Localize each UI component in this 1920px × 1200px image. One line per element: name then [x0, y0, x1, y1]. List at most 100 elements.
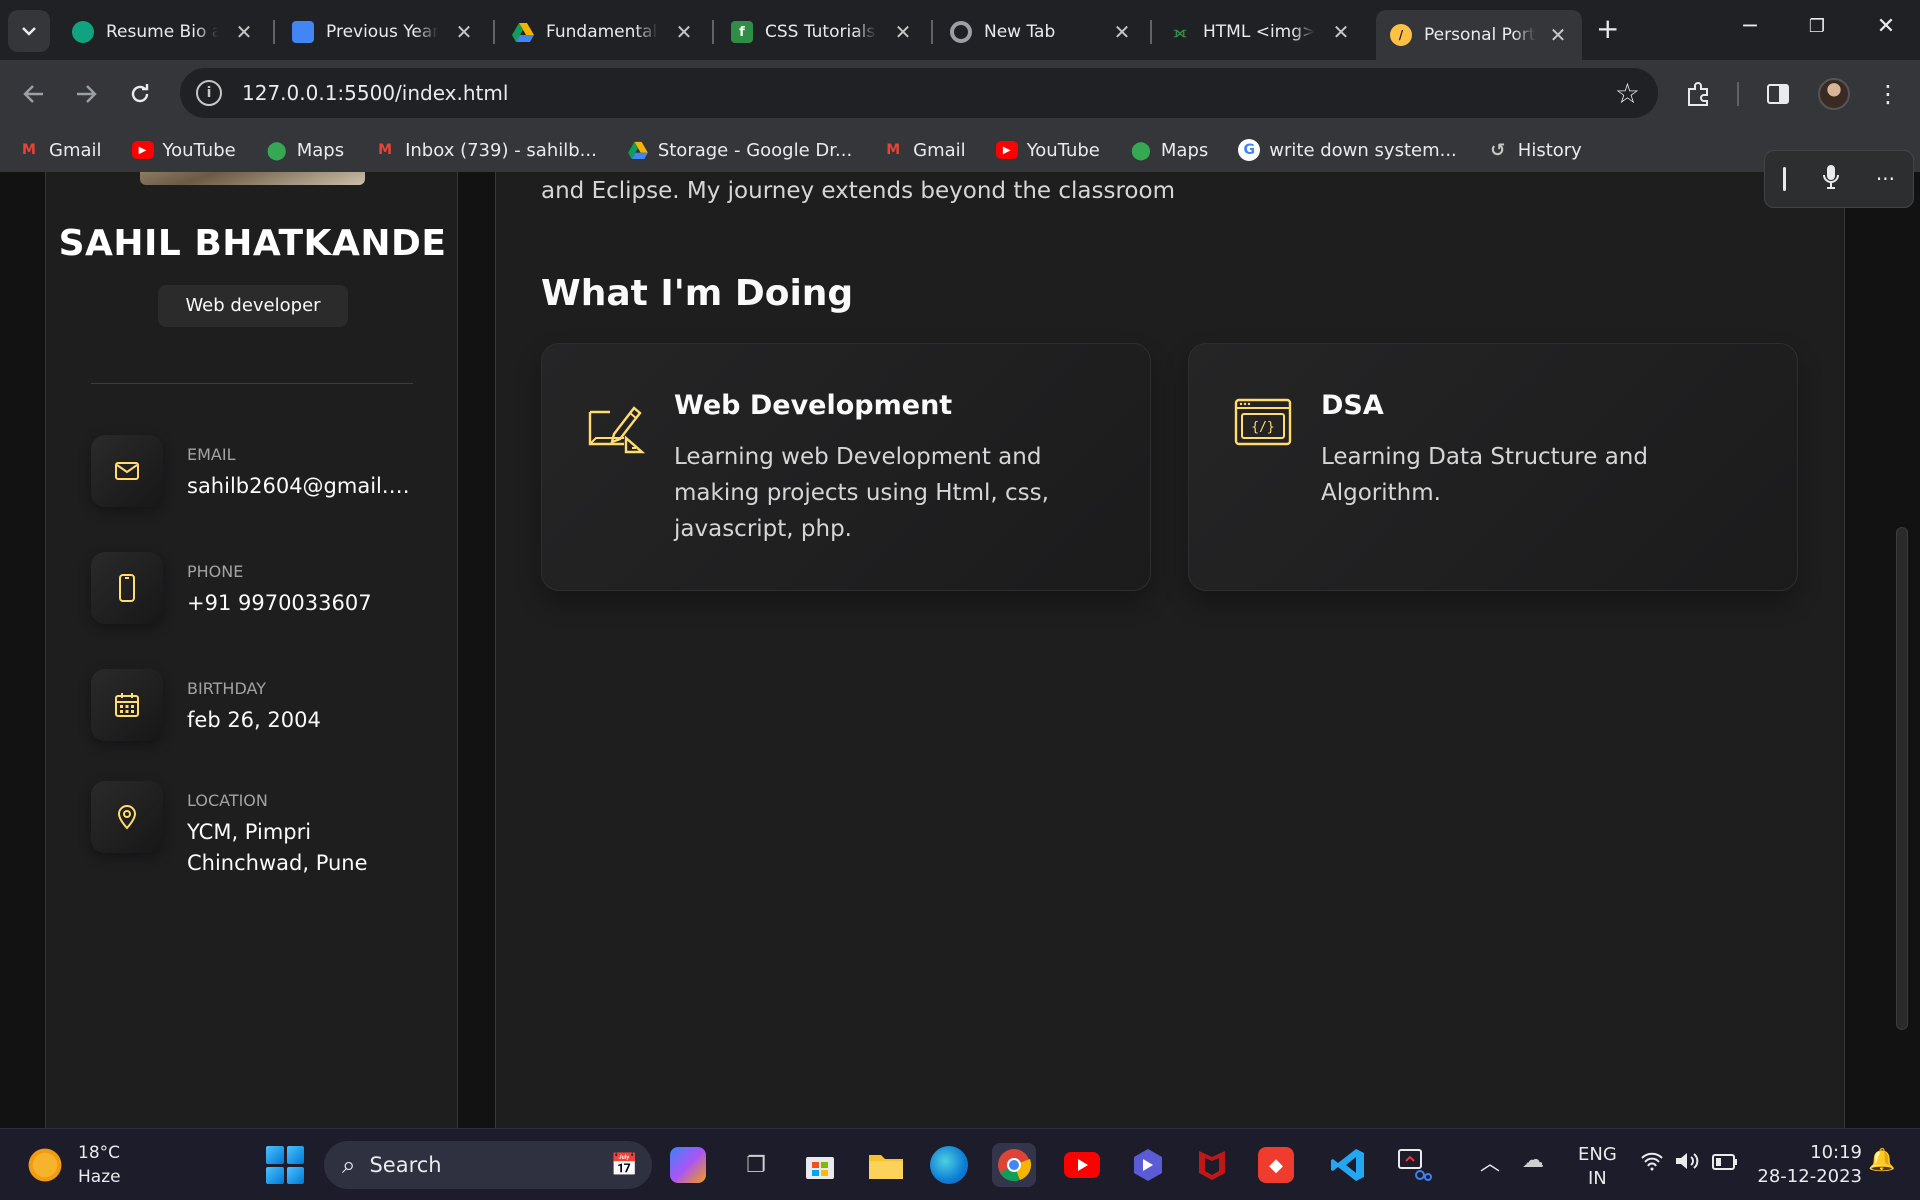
- mcafee-icon[interactable]: [1190, 1143, 1234, 1187]
- wifi-icon[interactable]: [1640, 1151, 1664, 1178]
- code-window-icon: {/}: [1234, 398, 1292, 446]
- main-content: Proficient in languages such as Python, …: [495, 172, 1845, 1128]
- profile-name: SAHIL BHATKANDE: [58, 223, 447, 264]
- onedrive-cloud-icon[interactable]: ☁: [1522, 1149, 1544, 1173]
- bing-chat-icon[interactable]: [1126, 1143, 1170, 1187]
- edge-icon[interactable]: [930, 1146, 968, 1184]
- close-tab-icon[interactable]: ✕: [893, 20, 913, 44]
- new-tab-button[interactable]: +: [1596, 12, 1619, 45]
- bookmark-gmail[interactable]: M Gmail: [18, 139, 102, 161]
- browser-tab[interactable]: Previous Year ✕: [278, 10, 488, 54]
- close-tab-icon[interactable]: ✕: [674, 20, 694, 44]
- language-indicator[interactable]: ENG IN: [1578, 1143, 1617, 1191]
- back-button[interactable]: [14, 74, 54, 114]
- chatgpt-icon: [72, 21, 94, 43]
- minimize-button[interactable]: ─: [1730, 14, 1770, 39]
- taskbar-search[interactable]: ⌕ Search 📅: [324, 1141, 652, 1189]
- close-tab-icon[interactable]: ✕: [1548, 23, 1568, 47]
- more-options-icon[interactable]: ···: [1876, 167, 1895, 191]
- bookmark-label: write down system...: [1269, 139, 1457, 161]
- bookmark-history[interactable]: ↺ History: [1487, 140, 1582, 161]
- birthday-value: feb 26, 2004: [187, 708, 321, 732]
- phone-link[interactable]: +91 9970033607: [187, 588, 421, 619]
- browser-tab[interactable]: Fundamentals ✕: [498, 10, 708, 54]
- temperature: 18°C: [78, 1143, 121, 1163]
- close-tab-icon[interactable]: ✕: [454, 20, 474, 44]
- tab-title: Fundamentals: [546, 22, 658, 42]
- volume-icon[interactable]: [1674, 1151, 1700, 1178]
- notification-bell-icon[interactable]: 🔔: [1868, 1149, 1895, 1173]
- task-view-icon[interactable]: ❐: [734, 1143, 778, 1187]
- bookmark-youtube-2[interactable]: ▶ YouTube: [995, 140, 1100, 161]
- bookmark-label: Gmail: [49, 139, 102, 161]
- browser-tab[interactable]: ⟗ HTML <img> ✕: [1155, 10, 1365, 54]
- browser-tab[interactable]: Resume Bio ar ✕: [58, 10, 268, 54]
- restore-button[interactable]: ❐: [1797, 16, 1837, 37]
- snipping-tool-icon[interactable]: [1392, 1143, 1436, 1187]
- bookmark-gmail-2[interactable]: M Gmail: [882, 140, 965, 161]
- anydesk-icon[interactable]: ◆: [1258, 1147, 1294, 1183]
- bookmark-maps[interactable]: ⬤ Maps: [266, 140, 344, 161]
- menu-kebab-icon[interactable]: ⋮: [1872, 78, 1904, 110]
- google-drive-icon: [512, 21, 534, 43]
- contact-label: BIRTHDAY: [187, 679, 266, 698]
- service-title: DSA: [1321, 390, 1384, 421]
- clock[interactable]: 10:19 28-12-2023: [1756, 1141, 1862, 1189]
- microphone-icon[interactable]: [1822, 164, 1840, 195]
- tab-title: New Tab: [984, 22, 1056, 42]
- microsoft-store-icon[interactable]: [798, 1143, 842, 1187]
- windows-start-icon[interactable]: [266, 1146, 304, 1184]
- profile-avatar[interactable]: [1818, 78, 1850, 110]
- geeks-icon: f: [731, 21, 753, 43]
- address-bar[interactable]: i 127.0.0.1:5500/index.html ☆: [180, 68, 1658, 118]
- bookmark-star-icon[interactable]: ☆: [1615, 77, 1640, 110]
- browser-tab[interactable]: f CSS Tutorials ✕: [717, 10, 927, 54]
- close-window-button[interactable]: ✕: [1866, 14, 1906, 39]
- bookmark-storage[interactable]: Storage - Google Dr...: [627, 140, 852, 161]
- file-explorer-icon[interactable]: [864, 1143, 908, 1187]
- tab-search-button[interactable]: [8, 10, 50, 52]
- extensions-icon[interactable]: [1682, 78, 1714, 110]
- browser-tab[interactable]: New Tab ✕: [936, 10, 1146, 54]
- close-tab-icon[interactable]: ✕: [1331, 20, 1351, 44]
- reload-button[interactable]: [120, 74, 160, 114]
- tab-separator: [1150, 20, 1152, 44]
- clock-time: 10:19: [1810, 1142, 1862, 1163]
- tab-title: HTML <img>: [1203, 22, 1315, 42]
- side-panel-icon[interactable]: [1762, 78, 1794, 110]
- youtube-taskbar-icon[interactable]: [1060, 1143, 1104, 1187]
- contact-label: EMAIL: [187, 445, 236, 464]
- forward-button[interactable]: [66, 74, 106, 114]
- contact-birthday: BIRTHDAY feb 26, 2004: [91, 669, 421, 749]
- chrome-taskbar-icon[interactable]: [992, 1143, 1036, 1187]
- service-description: Learning Data Structure and Algorithm.: [1321, 444, 1648, 506]
- region-code: IN: [1588, 1168, 1607, 1189]
- reload-icon: [131, 84, 149, 103]
- close-tab-icon[interactable]: ✕: [234, 20, 254, 44]
- weather-widget[interactable]: 18°C Haze: [26, 1141, 121, 1189]
- sidebar-separator: [91, 383, 413, 384]
- site-info-icon[interactable]: i: [196, 80, 222, 106]
- bookmark-google-search[interactable]: Gwrite down system...: [1238, 139, 1457, 161]
- bookmark-label: Inbox (739) - sahilb...: [405, 139, 597, 161]
- arrow-right-icon: [77, 85, 97, 103]
- email-link[interactable]: sahilb2604@gmail.com: [187, 471, 421, 502]
- voice-toolbar: ···: [1764, 150, 1914, 208]
- tab-separator: [931, 20, 933, 44]
- vscode-icon[interactable]: [1326, 1143, 1370, 1187]
- bookmark-inbox[interactable]: M Inbox (739) - sahilb...: [374, 140, 597, 161]
- bookmark-maps-2[interactable]: ⬤ Maps: [1130, 140, 1208, 161]
- youtube-icon: ▶: [995, 141, 1018, 159]
- show-hidden-icons-chevron-icon[interactable]: ︿: [1480, 1151, 1500, 1175]
- browser-tab-active[interactable]: / Personal Portf ✕: [1376, 10, 1582, 60]
- drag-handle[interactable]: [1782, 167, 1786, 191]
- arrow-left-icon: [23, 85, 43, 103]
- bookmark-youtube[interactable]: ▶ YouTube: [131, 140, 236, 161]
- copilot-icon[interactable]: [670, 1147, 706, 1183]
- close-tab-icon[interactable]: ✕: [1112, 20, 1132, 44]
- battery-icon[interactable]: [1712, 1153, 1738, 1177]
- toolbar-divider: [1737, 82, 1739, 106]
- bookmark-label: Maps: [1160, 139, 1209, 161]
- url-text[interactable]: 127.0.0.1:5500/index.html: [242, 81, 508, 105]
- page-scrollbar-thumb[interactable]: [1896, 527, 1908, 1030]
